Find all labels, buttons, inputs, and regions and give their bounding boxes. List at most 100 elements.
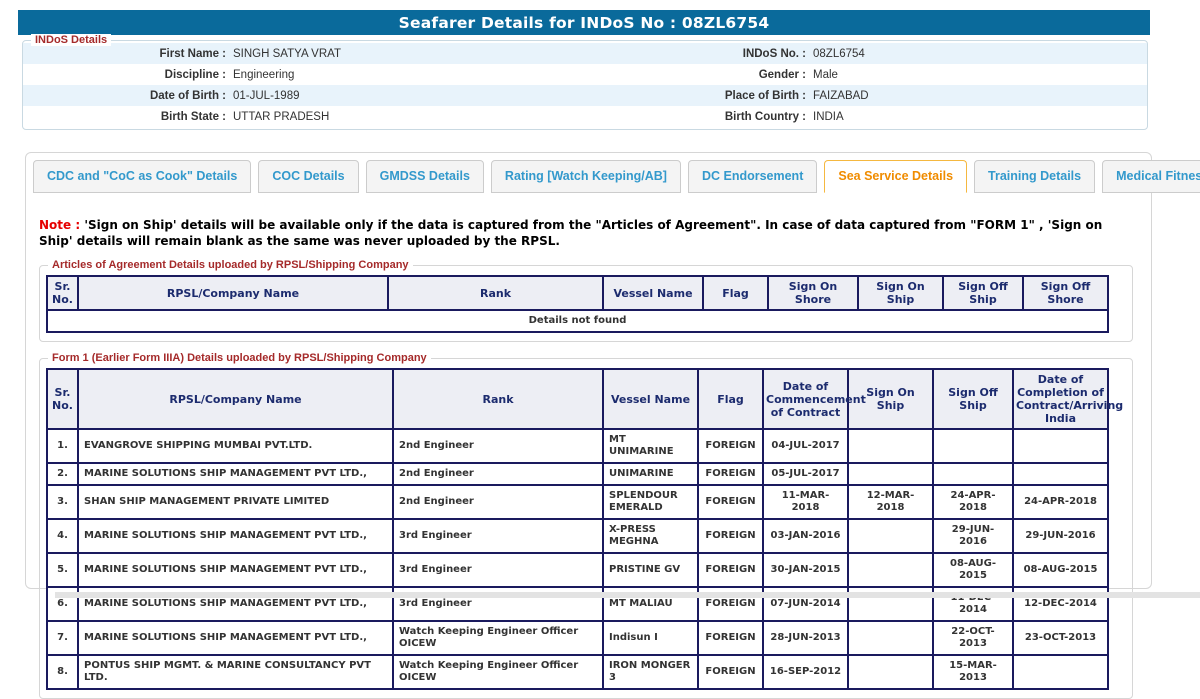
tab-coc-details[interactable]: COC Details — [258, 160, 358, 193]
table-cell: UNIMARINE — [603, 463, 698, 485]
form1-panel-legend: Form 1 (Earlier Form IIIA) Details uploa… — [48, 352, 431, 364]
table-cell: FOREIGN — [698, 429, 763, 463]
indos-details-panel: INDoS Details First Name :SINGH SATYA VR… — [22, 40, 1148, 130]
column-header-sr-no: Sr. No. — [47, 276, 78, 310]
table-row: 8.PONTUS SHIP MGMT. & MARINE CONSULTANCY… — [47, 655, 1108, 689]
table-cell: 08-AUG-2015 — [1013, 553, 1108, 587]
note-text: Note : 'Sign on Ship' details will be av… — [39, 217, 1139, 249]
column-header-sign-off-shore: Sign Off Shore — [1023, 276, 1108, 310]
detail-row-birth-state: Birth State :UTTAR PRADESHBirth Country … — [23, 106, 1147, 127]
table-cell: FOREIGN — [698, 621, 763, 655]
table-cell: FOREIGN — [698, 485, 763, 519]
column-header-sign-off-ship: Sign Off Ship — [943, 276, 1023, 310]
table-cell — [933, 463, 1013, 485]
table-cell: 2. — [47, 463, 78, 485]
tab-training-details[interactable]: Training Details — [974, 160, 1095, 193]
detail-value: INDIA — [813, 111, 1147, 123]
table-cell: 2nd Engineer — [393, 429, 603, 463]
table-row: 1.EVANGROVE SHIPPING MUMBAI PVT.LTD.2nd … — [47, 429, 1108, 463]
form1-panel: Form 1 (Earlier Form IIIA) Details uploa… — [39, 358, 1133, 699]
detail-value: UTTAR PRADESH — [233, 111, 588, 123]
detail-label: Gender : — [588, 69, 813, 81]
table-cell: 1. — [47, 429, 78, 463]
table-cell: 08-AUG-2015 — [933, 553, 1013, 587]
table-row: 2.MARINE SOLUTIONS SHIP MANAGEMENT PVT L… — [47, 463, 1108, 485]
table-cell — [848, 621, 933, 655]
table-cell: 2nd Engineer — [393, 463, 603, 485]
table-row: 4.MARINE SOLUTIONS SHIP MANAGEMENT PVT L… — [47, 519, 1108, 553]
detail-label: Birth Country : — [588, 111, 813, 123]
indos-details-legend: INDoS Details — [31, 34, 111, 46]
table-cell — [848, 429, 933, 463]
column-header-rpsl-company-name: RPSL/Company Name — [78, 369, 393, 429]
table-cell — [1013, 655, 1108, 689]
empty-row: Details not found — [47, 310, 1108, 332]
bottom-divider — [55, 592, 1200, 598]
tab-cdc-and-coc-as-cook-details[interactable]: CDC and "CoC as Cook" Details — [33, 160, 251, 193]
detail-row-first-name: First Name :SINGH SATYA VRATINDoS No. :0… — [23, 43, 1147, 64]
table-row: 7.MARINE SOLUTIONS SHIP MANAGEMENT PVT L… — [47, 621, 1108, 655]
table-cell: 16-SEP-2012 — [763, 655, 848, 689]
column-header-flag: Flag — [703, 276, 768, 310]
table-cell: Watch Keeping Engineer Officer OICEW — [393, 655, 603, 689]
column-header-rpsl-company-name: RPSL/Company Name — [78, 276, 388, 310]
table-cell: 7. — [47, 621, 78, 655]
table-cell: 5. — [47, 553, 78, 587]
table-cell: IRON MONGER 3 — [603, 655, 698, 689]
table-header-row: Sr. No.RPSL/Company NameRankVessel NameF… — [47, 276, 1108, 310]
column-header-vessel-name: Vessel Name — [603, 276, 703, 310]
articles-of-agreement-panel: Articles of Agreement Details uploaded b… — [39, 265, 1133, 342]
detail-value: SINGH SATYA VRAT — [233, 48, 588, 60]
table-cell: SHAN SHIP MANAGEMENT PRIVATE LIMITED — [78, 485, 393, 519]
column-header-flag: Flag — [698, 369, 763, 429]
detail-label: INDoS No. : — [588, 48, 813, 60]
column-header-vessel-name: Vessel Name — [603, 369, 698, 429]
table-cell: 11-MAR-2018 — [763, 485, 848, 519]
table-cell: 29-JUN-2016 — [1013, 519, 1108, 553]
table-cell: 24-APR-2018 — [933, 485, 1013, 519]
table-cell — [848, 553, 933, 587]
articles-panel-legend: Articles of Agreement Details uploaded b… — [48, 259, 413, 271]
table-row: 3.SHAN SHIP MANAGEMENT PRIVATE LIMITED2n… — [47, 485, 1108, 519]
tab-dc-endorsement[interactable]: DC Endorsement — [688, 160, 817, 193]
table-cell: FOREIGN — [698, 655, 763, 689]
table-cell — [1013, 429, 1108, 463]
detail-value: Male — [813, 69, 1147, 81]
detail-label: Place of Birth : — [588, 90, 813, 102]
table-cell: PRISTINE GV — [603, 553, 698, 587]
indos-details-grid: First Name :SINGH SATYA VRATINDoS No. :0… — [23, 43, 1147, 127]
tab-sea-service-details[interactable]: Sea Service Details — [824, 160, 967, 193]
column-header-sign-off-ship: Sign Off Ship — [933, 369, 1013, 429]
table-row: 5.MARINE SOLUTIONS SHIP MANAGEMENT PVT L… — [47, 553, 1108, 587]
articles-of-agreement-table: Sr. No.RPSL/Company NameRankVessel NameF… — [46, 275, 1109, 333]
tab-bar: CDC and "CoC as Cook" DetailsCOC Details… — [33, 160, 1151, 193]
table-cell: Indisun I — [603, 621, 698, 655]
column-header-sign-on-shore: Sign On Shore — [768, 276, 858, 310]
tab-medical-fitness-certificate[interactable]: Medical Fitness Certificate — [1102, 160, 1200, 193]
column-header-rank: Rank — [388, 276, 603, 310]
table-cell: EVANGROVE SHIPPING MUMBAI PVT.LTD. — [78, 429, 393, 463]
note-body: 'Sign on Ship' details will be available… — [39, 218, 1102, 248]
table-cell: MARINE SOLUTIONS SHIP MANAGEMENT PVT LTD… — [78, 519, 393, 553]
table-cell: MARINE SOLUTIONS SHIP MANAGEMENT PVT LTD… — [78, 553, 393, 587]
table-cell: 8. — [47, 655, 78, 689]
column-header-date-of-completion-of-contract-arriving-india: Date of Completion of Contract/Arriving … — [1013, 369, 1108, 429]
table-cell: MARINE SOLUTIONS SHIP MANAGEMENT PVT LTD… — [78, 463, 393, 485]
tab-rating-watch-keeping-ab[interactable]: Rating [Watch Keeping/AB] — [491, 160, 681, 193]
tab-gmdss-details[interactable]: GMDSS Details — [366, 160, 484, 193]
detail-value: 01-JUL-1989 — [233, 90, 588, 102]
column-header-rank: Rank — [393, 369, 603, 429]
detail-value: Engineering — [233, 69, 588, 81]
table-cell: 30-JAN-2015 — [763, 553, 848, 587]
table-cell: 3rd Engineer — [393, 519, 603, 553]
table-cell: 04-JUL-2017 — [763, 429, 848, 463]
table-cell — [848, 655, 933, 689]
table-cell — [848, 463, 933, 485]
detail-row-date-of-birth: Date of Birth :01-JUL-1989Place of Birth… — [23, 85, 1147, 106]
table-cell: 03-JAN-2016 — [763, 519, 848, 553]
tab-content-container: CDC and "CoC as Cook" DetailsCOC Details… — [25, 152, 1152, 589]
table-cell — [1013, 463, 1108, 485]
table-cell: FOREIGN — [698, 463, 763, 485]
table-cell: MT UNIMARINE — [603, 429, 698, 463]
table-cell: 05-JUL-2017 — [763, 463, 848, 485]
